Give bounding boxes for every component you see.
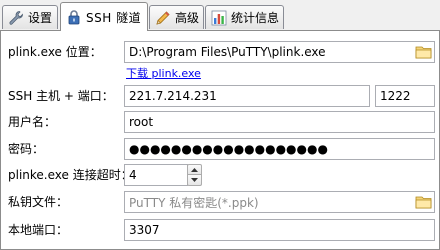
browse-plink-folder-icon[interactable] bbox=[415, 44, 433, 60]
tab-statistics[interactable]: 统计信息 bbox=[205, 5, 284, 29]
ssh-port-input[interactable]: 1222 bbox=[375, 85, 435, 107]
private-key-label: 私钥文件： bbox=[8, 195, 69, 209]
tab-ssh-tunnel-label: SSH 隧道 bbox=[86, 10, 142, 25]
tab-advanced-label: 高级 bbox=[175, 11, 200, 25]
ssh-settings-window: 设置 SSH 隧道 高级 统计信息 plink.exe 位置： D:\Progr… bbox=[0, 0, 440, 250]
bar-chart-icon bbox=[211, 10, 227, 26]
username-value: root bbox=[129, 115, 154, 129]
private-key-input[interactable]: PuTTY 私有密匙(*.ppk) bbox=[124, 191, 435, 213]
timeout-spinner bbox=[187, 164, 202, 186]
spin-down-button[interactable] bbox=[187, 175, 202, 186]
password-value: ●●●●●●●●●●●●●●●●●●● bbox=[129, 142, 328, 156]
ssh-port-value: 1222 bbox=[380, 89, 411, 103]
password-label: 密码： bbox=[8, 142, 45, 156]
tab-bar: 设置 SSH 隧道 高级 统计信息 bbox=[0, 0, 440, 31]
plink-path-label: plink.exe 位置： bbox=[8, 45, 102, 59]
ssh-host-value: 221.7.214.231 bbox=[129, 89, 217, 103]
tab-ssh-tunnel[interactable]: SSH 隧道 bbox=[60, 2, 148, 31]
caret-up-icon bbox=[191, 167, 198, 172]
ssh-tunnel-panel: plink.exe 位置： D:\Program Files\PuTTY\pli… bbox=[0, 30, 440, 250]
tab-statistics-label: 统计信息 bbox=[231, 11, 280, 25]
caret-down-icon bbox=[191, 178, 198, 182]
local-port-input[interactable]: 3307 bbox=[124, 219, 435, 241]
timeout-value: 4 bbox=[129, 168, 137, 182]
pencil-icon bbox=[155, 10, 171, 26]
timeout-input[interactable]: 4 bbox=[124, 164, 188, 186]
local-port-label: 本地端口： bbox=[8, 223, 69, 237]
download-plink-link[interactable]: 下载 plink.exe bbox=[126, 65, 201, 81]
tab-advanced[interactable]: 高级 bbox=[149, 5, 204, 29]
browse-private-key-folder-icon[interactable] bbox=[415, 194, 433, 210]
ssh-host-label: SSH 主机 + 端口： bbox=[8, 89, 114, 103]
spin-up-button[interactable] bbox=[187, 164, 202, 175]
tab-settings[interactable]: 设置 bbox=[2, 5, 58, 29]
wrench-icon bbox=[8, 10, 24, 26]
plink-path-input[interactable]: D:\Program Files\PuTTY\plink.exe bbox=[124, 41, 435, 63]
username-input[interactable]: root bbox=[124, 111, 435, 133]
ssh-host-input[interactable]: 221.7.214.231 bbox=[124, 85, 370, 107]
timeout-label: plinke.exe 连接超时： bbox=[8, 168, 133, 182]
local-port-value: 3307 bbox=[129, 223, 160, 237]
private-key-placeholder: PuTTY 私有密匙(*.ppk) bbox=[129, 195, 259, 210]
tab-settings-label: 设置 bbox=[28, 11, 53, 25]
lock-icon bbox=[66, 9, 82, 25]
username-label: 用户名： bbox=[8, 115, 57, 129]
password-input[interactable]: ●●●●●●●●●●●●●●●●●●● bbox=[124, 138, 435, 160]
plink-path-value: D:\Program Files\PuTTY\plink.exe bbox=[129, 45, 326, 59]
